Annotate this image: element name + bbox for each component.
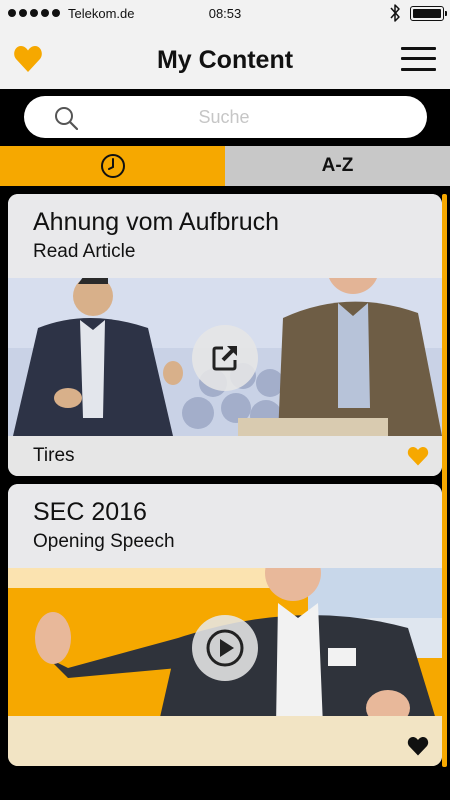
search-icon xyxy=(55,107,78,130)
tab-a-z[interactable]: A-Z xyxy=(225,146,450,186)
tab-recent[interactable] xyxy=(0,146,225,186)
favorite-heart-icon[interactable] xyxy=(407,446,429,466)
status-bar: Telekom.de 08:53 xyxy=(0,0,450,28)
content-card[interactable]: SEC 2016 Opening Speech xyxy=(8,484,442,766)
open-article-button[interactable] xyxy=(192,325,258,391)
page-title: My Content xyxy=(156,46,294,74)
play-video-button[interactable] xyxy=(192,615,258,681)
app-header: My Content xyxy=(0,28,450,89)
tab-bar: A-Z xyxy=(0,146,450,186)
card-tag: Tires xyxy=(33,445,75,466)
hamburger-menu-icon[interactable] xyxy=(401,47,436,71)
card-header: Ahnung vom Aufbruch Read Article xyxy=(8,194,442,278)
bluetooth-icon xyxy=(390,4,400,22)
card-subtitle: Read Article xyxy=(33,241,136,262)
content-card[interactable]: Ahnung vom Aufbruch Read Article Tires xyxy=(8,194,442,476)
clock-icon xyxy=(100,154,125,178)
status-time: 08:53 xyxy=(208,6,242,21)
card-video-thumbnail xyxy=(8,568,442,726)
search-field-container[interactable] xyxy=(24,96,427,138)
card-title: SEC 2016 xyxy=(33,498,147,526)
card-title: Ahnung vom Aufbruch xyxy=(33,208,279,236)
card-footer xyxy=(8,726,442,766)
battery-icon xyxy=(410,6,447,21)
tab-a-z-label: A-Z xyxy=(321,155,354,176)
play-icon xyxy=(206,629,244,667)
card-footer: Tires xyxy=(8,436,442,476)
search-input[interactable] xyxy=(94,96,354,138)
scrollbar[interactable] xyxy=(442,194,447,767)
card-image xyxy=(8,278,442,436)
external-link-icon xyxy=(212,346,237,371)
card-header: SEC 2016 Opening Speech xyxy=(8,484,442,568)
card-subtitle: Opening Speech xyxy=(33,531,175,552)
favorite-heart-icon[interactable] xyxy=(407,736,429,756)
search-bar xyxy=(0,89,450,146)
